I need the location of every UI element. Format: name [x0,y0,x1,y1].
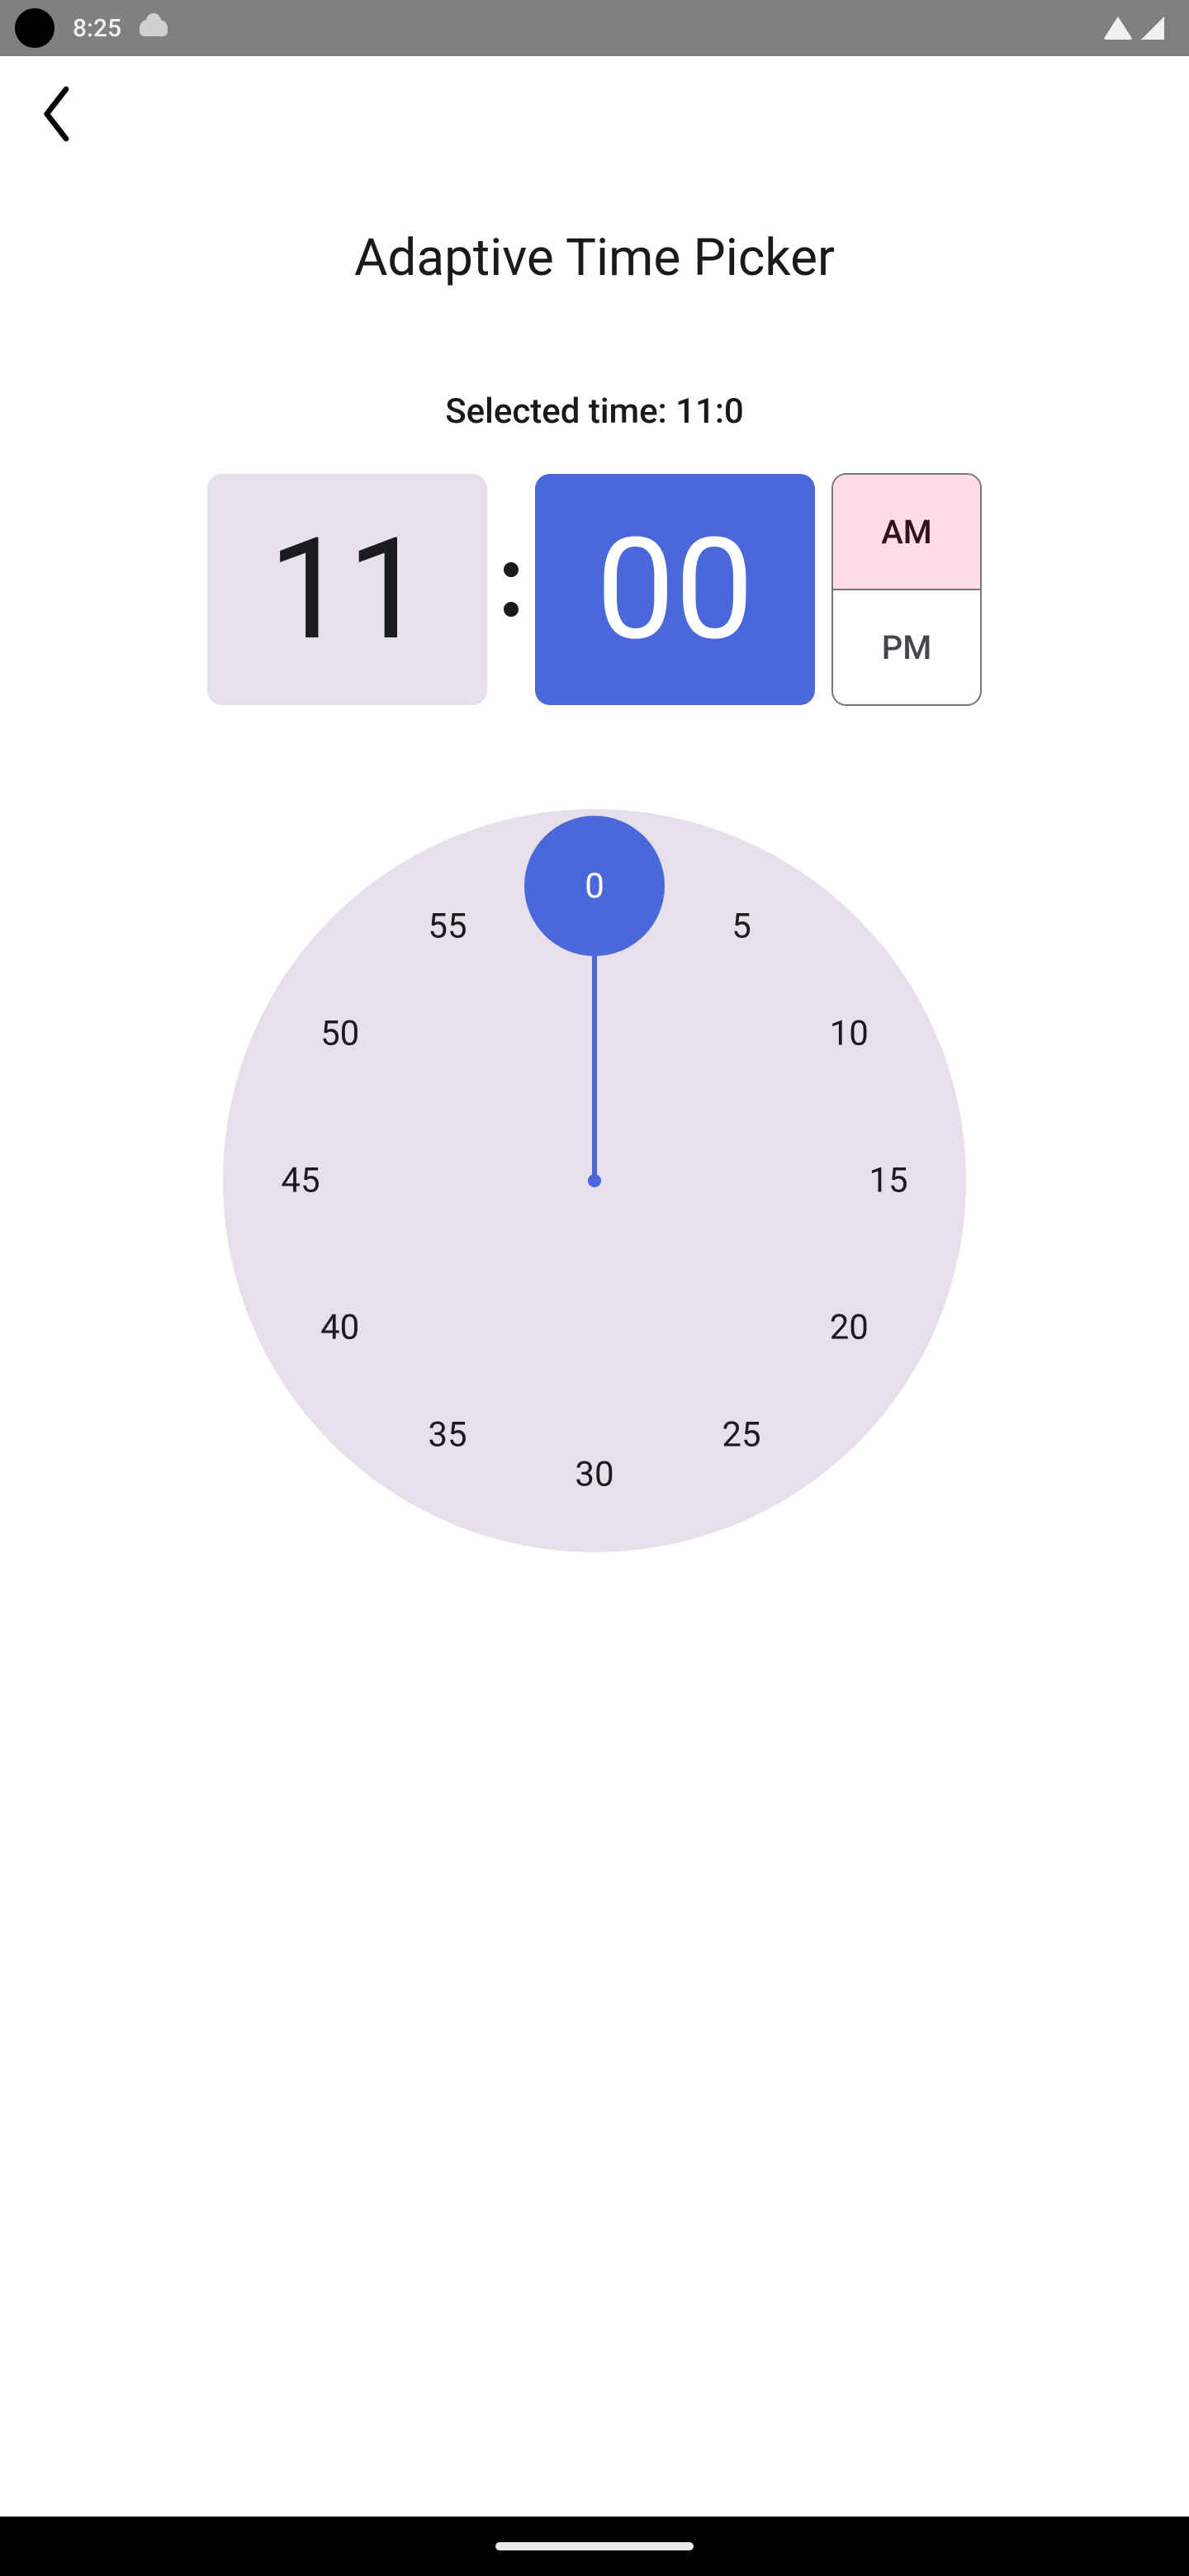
clock-face[interactable]: 0 5 10 15 20 25 30 35 40 45 50 55 [223,809,966,1552]
cellular-icon [1141,17,1164,40]
clock-number[interactable]: 30 [575,1455,613,1495]
wifi-icon [1103,17,1133,40]
clock-number[interactable]: 55 [428,906,467,946]
colon-dot-icon [504,562,519,577]
colon-dot-icon [504,602,519,617]
time-input-row: 11 00 AM PM [0,473,1189,706]
camera-cutout-icon [15,8,54,48]
system-nav-bar [0,2517,1189,2576]
clock-center-dot-icon [588,1174,601,1187]
status-bar: 8:25 [0,0,1189,56]
status-right [1103,17,1164,40]
selected-time-label: Selected time: 11:0 [0,391,1189,432]
clock-number[interactable]: 50 [320,1014,359,1054]
clock-number[interactable]: 20 [830,1308,869,1348]
chevron-left-icon [41,85,74,143]
clock-number[interactable]: 45 [281,1161,320,1201]
clock-selector-knob[interactable]: 0 [524,816,665,956]
clock-number[interactable]: 35 [428,1415,467,1456]
minute-field[interactable]: 00 [535,474,815,705]
clock-number[interactable]: 25 [722,1415,760,1456]
clock-number[interactable]: 5 [732,906,751,946]
status-time: 8:25 [73,14,121,43]
time-colon [504,562,519,617]
home-pill[interactable] [495,2542,694,2550]
am-button[interactable]: AM [833,475,980,589]
clock-number[interactable]: 10 [830,1014,869,1054]
hour-field[interactable]: 11 [207,474,487,705]
app-bar [0,56,1189,172]
status-left: 8:25 [15,8,168,48]
back-button[interactable] [33,89,83,139]
ampm-toggle: AM PM [831,473,982,706]
pm-button[interactable]: PM [833,589,980,704]
clock-container: 0 5 10 15 20 25 30 35 40 45 50 55 [0,809,1189,1552]
cloud-icon [140,20,168,36]
clock-number[interactable]: 15 [869,1161,907,1201]
clock-number[interactable]: 40 [320,1308,359,1348]
page-title: Adaptive Time Picker [0,228,1189,288]
